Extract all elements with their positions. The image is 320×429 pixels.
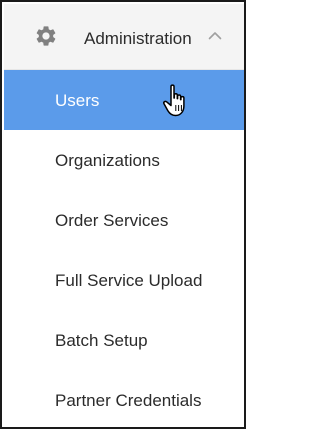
menu-item-label: Organizations	[55, 151, 160, 170]
menu-item-organizations[interactable]: Organizations	[4, 130, 244, 190]
administration-section-header[interactable]: Administration	[4, 4, 244, 70]
menu-item-batch-setup[interactable]: Batch Setup	[4, 310, 244, 370]
hand-pointer-cursor-icon	[163, 84, 185, 117]
menu-item-label: Full Service Upload	[55, 271, 203, 290]
menu-item-partner-credentials[interactable]: Partner Credentials	[4, 370, 244, 427]
administration-label: Administration	[84, 29, 192, 48]
menu-item-label: Users	[55, 91, 100, 110]
menu-item-label: Batch Setup	[55, 331, 148, 350]
menu-item-label: Partner Credentials	[55, 391, 202, 410]
menu-item-users[interactable]: Users	[4, 70, 244, 130]
administration-menu-panel: Administration Users Organizations Order…	[0, 0, 246, 429]
administration-submenu: Users Organizations Order Services Full …	[4, 70, 244, 427]
menu-item-order-services[interactable]: Order Services	[4, 190, 244, 250]
chevron-up-icon[interactable]	[208, 31, 222, 40]
menu-item-label: Order Services	[55, 211, 169, 230]
gear-icon	[36, 26, 56, 46]
menu-item-full-service-upload[interactable]: Full Service Upload	[4, 250, 244, 310]
